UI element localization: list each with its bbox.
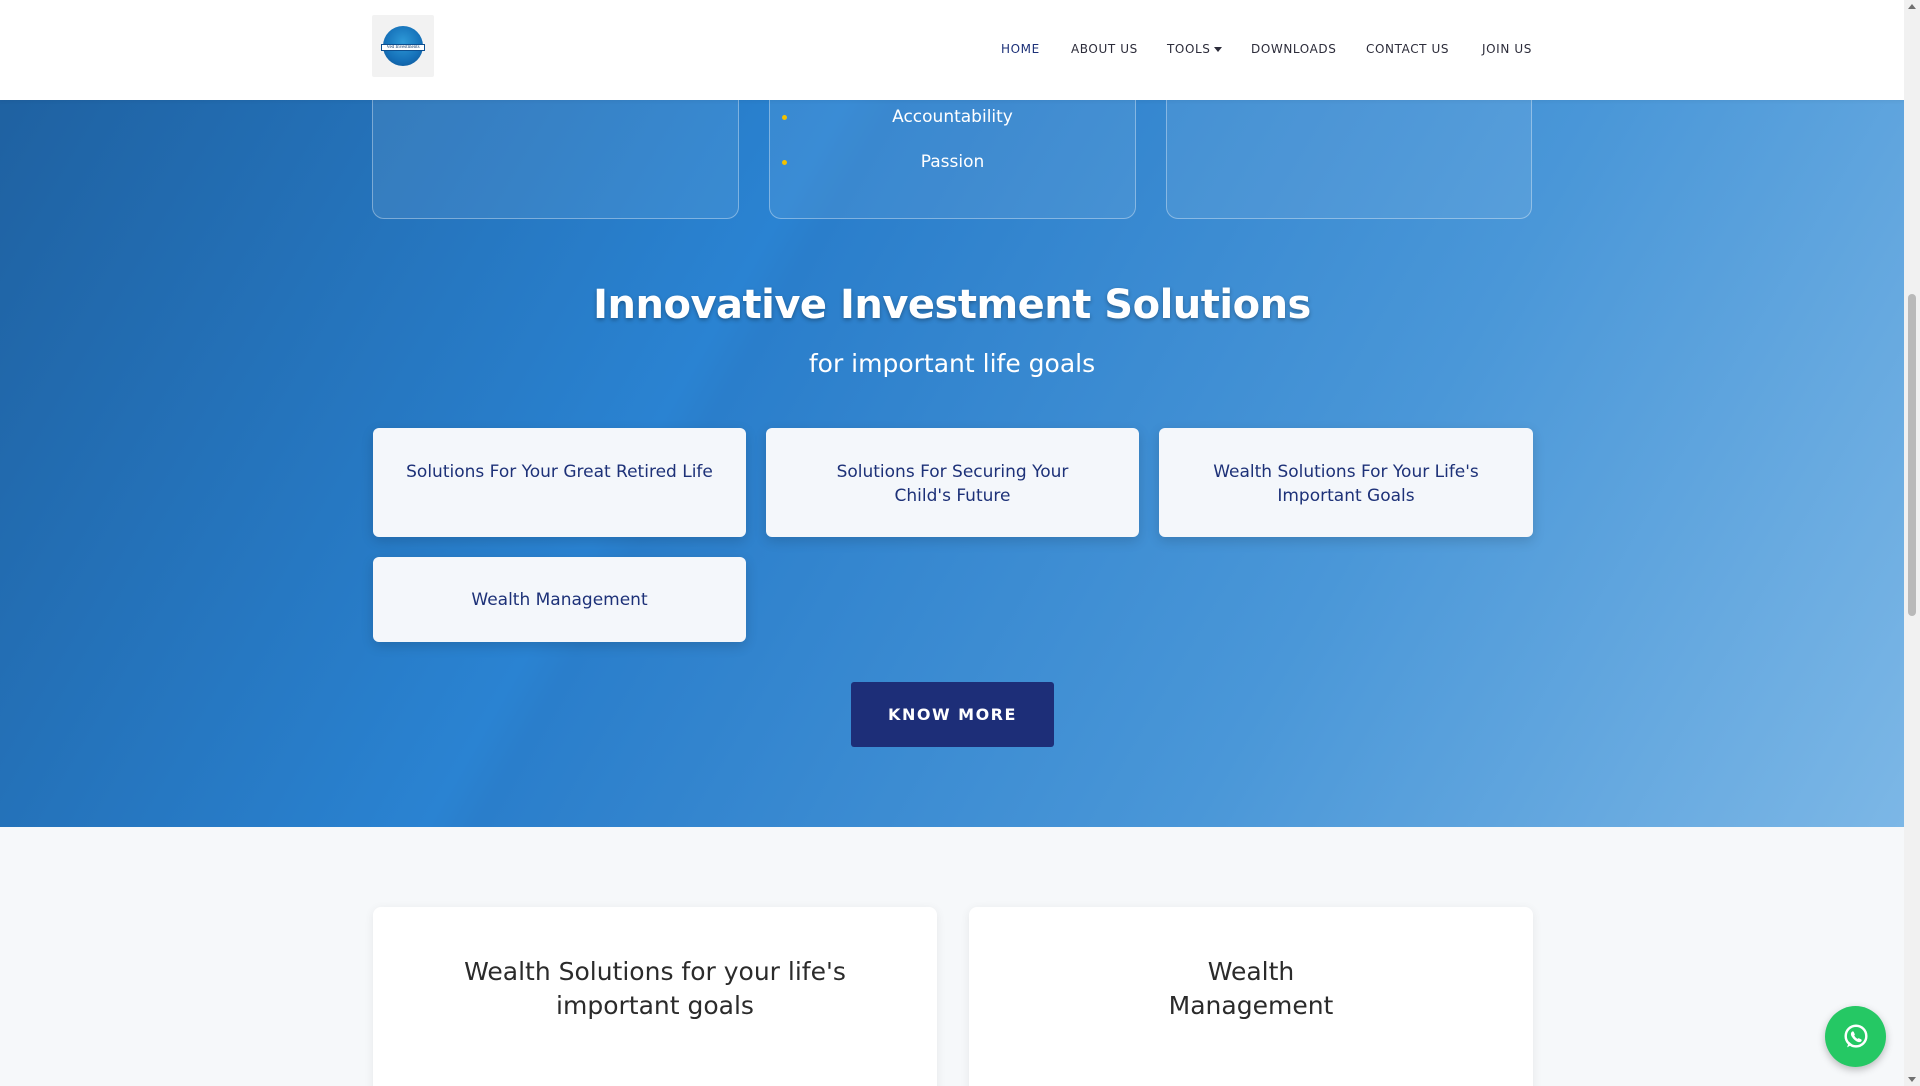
main-nav: HOME ABOUT US TOOLS DOWNLOADS CONTACT US… <box>0 42 1904 62</box>
solution-card-retirement[interactable]: Solutions For Your Great Retired Life <box>373 428 746 537</box>
bullet-icon <box>782 115 787 120</box>
nav-home[interactable]: HOME <box>1001 42 1040 56</box>
value-label: Accountability <box>892 107 1013 127</box>
scroll-up-icon[interactable] <box>1908 4 1916 9</box>
value-label: Passion <box>920 152 985 172</box>
scroll-down-icon[interactable] <box>1908 1077 1916 1082</box>
nav-join-us[interactable]: JOIN US <box>1482 42 1532 56</box>
solution-card-label: Wealth Management <box>471 589 648 610</box>
lower-card-title: Wealth Solutions for your life's importa… <box>464 957 846 1020</box>
site-header: Ved Investments HOME ABOUT US TOOLS DOWN… <box>0 0 1904 100</box>
bullet-icon <box>782 160 787 165</box>
whatsapp-button[interactable] <box>1825 1006 1886 1067</box>
chevron-down-icon <box>1213 47 1222 52</box>
solution-card-label: Solutions For Securing Your Child's Futu… <box>836 462 1069 506</box>
hero-title: Innovative Investment Solutions <box>593 282 1311 328</box>
list-item: Passion <box>770 152 1135 197</box>
hero-section: Accountability Passion Innovative Invest… <box>0 0 1904 827</box>
solution-card-label: Solutions For Your Great Retired Life <box>406 462 713 482</box>
whatsapp-icon <box>1843 1024 1868 1048</box>
page-scrollbar[interactable] <box>1904 0 1920 1086</box>
solution-card-child-future[interactable]: Solutions For Securing Your Child's Futu… <box>766 428 1139 537</box>
lower-card-wealth-management[interactable]: Wealth Management <box>969 907 1533 1086</box>
list-item: Accountability <box>770 107 1135 152</box>
nav-contact-us[interactable]: CONTACT US <box>1366 42 1449 56</box>
nav-downloads[interactable]: DOWNLOADS <box>1251 42 1337 56</box>
nav-tools[interactable]: TOOLS <box>1167 42 1222 56</box>
hero-subtitle: for important life goals <box>808 349 1096 378</box>
nav-about-us[interactable]: ABOUT US <box>1071 42 1138 56</box>
values-list: Accountability Passion <box>770 107 1135 197</box>
solution-card-label: Wealth Solutions For Your Life's Importa… <box>1213 462 1479 506</box>
lower-card-life-goals[interactable]: Wealth Solutions for your life's importa… <box>373 907 937 1086</box>
scrollbar-thumb[interactable] <box>1908 294 1916 616</box>
lower-card-title: Wealth Management <box>1168 957 1334 1020</box>
solution-card-wealth-management[interactable]: Wealth Management <box>373 557 746 642</box>
know-more-button[interactable]: KNOW MORE <box>851 682 1054 747</box>
solution-card-life-goals[interactable]: Wealth Solutions For Your Life's Importa… <box>1159 428 1533 537</box>
nav-tools-label: TOOLS <box>1167 42 1211 56</box>
